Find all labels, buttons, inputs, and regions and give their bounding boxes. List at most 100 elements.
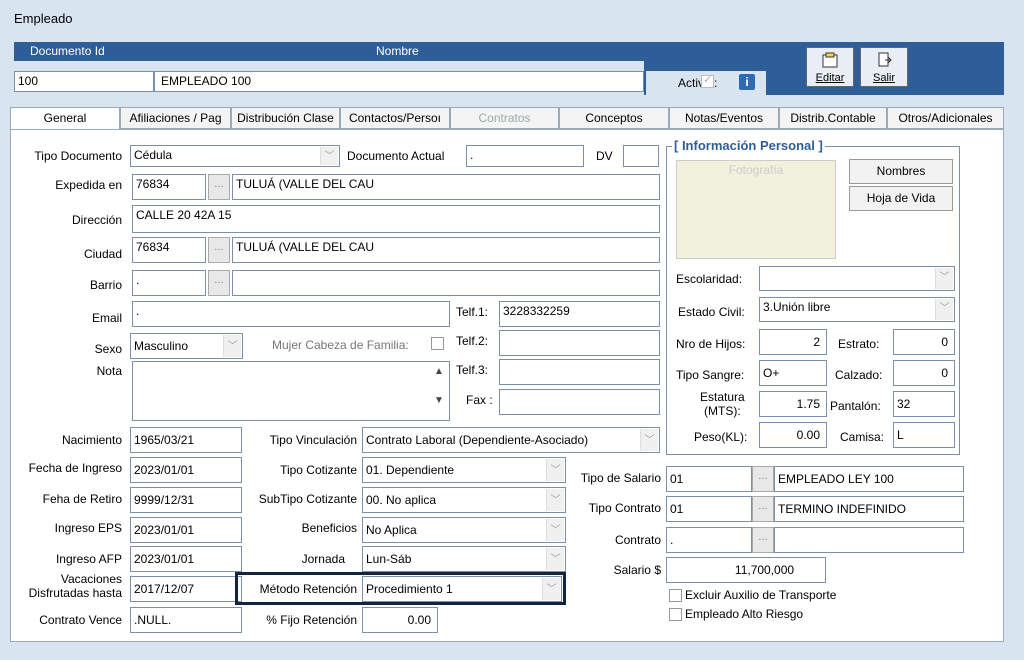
tipo-cotizante-select[interactable]: 01. Dependiente ﹀ — [362, 457, 566, 483]
salir-button[interactable]: Salir — [860, 47, 908, 87]
escolaridad-select[interactable]: ﹀ — [759, 266, 955, 291]
tipo-salario-code-field[interactable]: 01 — [666, 466, 752, 492]
contrato-vence-field[interactable]: .NULL. — [130, 607, 242, 633]
nombres-button[interactable]: Nombres — [849, 159, 953, 184]
contrato-name-field[interactable] — [774, 527, 964, 553]
editar-button[interactable]: Editar — [806, 47, 854, 87]
telf2-field[interactable] — [499, 330, 660, 356]
barrio-name-field[interactable] — [232, 270, 660, 296]
expedida-code-field[interactable]: 76834 — [132, 174, 206, 200]
tab-otros[interactable]: Otros/Adicionales — [887, 107, 1004, 129]
contrato-lookup-button[interactable]: … — [752, 527, 774, 553]
ingreso-afp-field[interactable]: 2023/01/01 — [130, 546, 242, 572]
name-field[interactable]: EMPLEADO 100 — [154, 71, 644, 92]
email-label: Email — [91, 311, 122, 325]
pct-fijo-field[interactable]: 0.00 — [362, 607, 438, 633]
ciudad-lookup-button[interactable]: … — [208, 237, 230, 263]
ingreso-eps-field[interactable]: 2023/01/01 — [130, 517, 242, 543]
hoja-vida-button[interactable]: Hoja de Vida — [849, 186, 953, 211]
ingreso-afp-label: Ingreso AFP — [55, 552, 122, 566]
nacimiento-label: Nacimiento — [61, 433, 122, 447]
vacaciones-field[interactable]: 2017/12/07 — [130, 576, 242, 602]
nota-field[interactable] — [132, 361, 450, 421]
estatura-label: Estatura (MTS): — [700, 390, 745, 418]
doc-id-field[interactable]: 100 — [14, 71, 154, 92]
hijos-field[interactable]: 2 — [759, 329, 827, 355]
chevron-down-icon: ﹀ — [546, 548, 564, 570]
tipo-salario-name-field[interactable]: EMPLEADO LEY 100 — [774, 466, 964, 492]
tipo-doc-select[interactable]: Cédula ﹀ — [130, 145, 340, 167]
expedida-name-field[interactable]: TULUÁ (VALLE DEL CAU — [232, 174, 660, 200]
ciudad-code-field[interactable]: 76834 — [132, 237, 206, 263]
alto-riesgo-checkbox[interactable] — [669, 608, 682, 621]
chevron-down-icon: ﹀ — [546, 489, 564, 511]
excluir-auxilio-checkbox[interactable] — [669, 589, 682, 602]
expedida-lookup-button[interactable]: … — [208, 174, 230, 200]
calzado-field[interactable]: 0 — [893, 360, 955, 386]
tab-general[interactable]: General — [10, 107, 120, 131]
tipo-cotizante-label: Tipo Cotizante — [280, 463, 357, 477]
sexo-select[interactable]: Masculino ﹀ — [130, 333, 243, 359]
vacaciones-label: Vacaciones Disfrutadas hasta — [28, 572, 122, 600]
tipo-contrato-code-field[interactable]: 01 — [666, 496, 752, 522]
jornada-select[interactable]: Lun-Sáb ﹀ — [362, 546, 566, 572]
camisa-field[interactable]: L — [893, 422, 955, 448]
scroll-down-icon: ▼ — [434, 395, 444, 406]
excluir-auxilio-label: Excluir Auxilio de Transporte — [685, 588, 837, 602]
personal-info-title: [ Información Personal ] — [672, 138, 825, 153]
mujer-cabeza-checkbox[interactable] — [431, 337, 444, 350]
info-icon[interactable]: i — [739, 74, 755, 90]
direccion-field[interactable]: CALLE 20 42A 15 — [132, 205, 660, 233]
tab-afiliaciones[interactable]: Afiliaciones / Pag — [120, 107, 231, 129]
feha-retiro-field[interactable]: 9999/12/31 — [130, 487, 242, 513]
tab-notas[interactable]: Notas/Eventos — [669, 107, 779, 129]
edit-icon — [822, 52, 838, 68]
subtipo-cotizante-select[interactable]: 00. No aplica ﹀ — [362, 487, 566, 513]
metodo-retencion-label: Método Retención — [259, 582, 357, 596]
contrato-code-field[interactable]: . — [666, 527, 752, 553]
beneficios-select[interactable]: No Aplica ﹀ — [362, 517, 566, 543]
peso-field[interactable]: 0.00 — [759, 422, 827, 448]
ciudad-name-field[interactable]: TULUÁ (VALLE DEL CAU — [232, 237, 660, 263]
salario-field[interactable]: 11,700,000 — [666, 557, 826, 583]
telf2-label: Telf.2: — [456, 334, 489, 348]
tipo-salario-lookup-button[interactable]: … — [752, 466, 774, 492]
chevron-down-icon: ﹀ — [542, 578, 560, 600]
beneficios-label: Beneficios — [301, 521, 357, 535]
email-field[interactable]: . — [132, 301, 450, 327]
tab-contactos[interactable]: Contactos/Persoı — [340, 107, 450, 129]
tab-contratos[interactable]: Contratos — [450, 107, 559, 129]
tipo-contrato-lookup-button[interactable]: … — [752, 496, 774, 522]
nacimiento-field[interactable]: 1965/03/21 — [130, 427, 242, 453]
subtipo-cotizante-label: SubTipo Cotizante — [258, 492, 357, 506]
jornada-label: Jornada — [301, 552, 345, 566]
barrio-code-field[interactable]: . — [132, 270, 206, 296]
dv-label: DV — [596, 149, 613, 163]
estatura-field[interactable]: 1.75 — [759, 391, 827, 417]
dv-field[interactable] — [623, 145, 659, 167]
tab-distribucion-clase[interactable]: Distribución Clase — [231, 107, 340, 129]
tipo-sangre-field[interactable]: O+ — [759, 360, 827, 386]
fax-field[interactable] — [499, 389, 660, 415]
tab-conceptos[interactable]: Conceptos — [559, 107, 669, 129]
doc-actual-field[interactable]: . — [466, 145, 584, 167]
chevron-down-icon: ﹀ — [546, 459, 564, 481]
fax-label: Fax : — [466, 393, 493, 407]
alto-riesgo-label: Empleado Alto Riesgo — [685, 607, 804, 621]
telf1-field[interactable]: 3228332259 — [499, 301, 660, 327]
tipo-contrato-name-field[interactable]: TERMINO INDEFINIDO — [774, 496, 964, 522]
telf1-label: Telf.1: — [456, 305, 489, 319]
estado-civil-label: Estado Civil: — [678, 305, 745, 319]
nota-scrollbar[interactable]: ▲ ▼ — [432, 366, 446, 416]
metodo-retencion-select[interactable]: Procedimiento 1 ﹀ — [362, 576, 562, 602]
telf3-field[interactable] — [499, 359, 660, 385]
fecha-ingreso-field[interactable]: 2023/01/01 — [130, 457, 242, 483]
chevron-down-icon: ﹀ — [223, 335, 241, 357]
estado-civil-select[interactable]: 3.Unión libre ﹀ — [759, 297, 955, 322]
tab-distrib-contable[interactable]: Distrib.Contable — [779, 107, 887, 129]
activo-checkbox[interactable]: ✓ — [701, 74, 714, 88]
estrato-field[interactable]: 0 — [893, 329, 955, 355]
pantalon-field[interactable]: 32 — [893, 391, 955, 417]
tipo-vinculacion-select[interactable]: Contrato Laboral (Dependiente-Asociado) ﹀ — [362, 427, 660, 453]
barrio-lookup-button[interactable]: … — [208, 270, 230, 296]
